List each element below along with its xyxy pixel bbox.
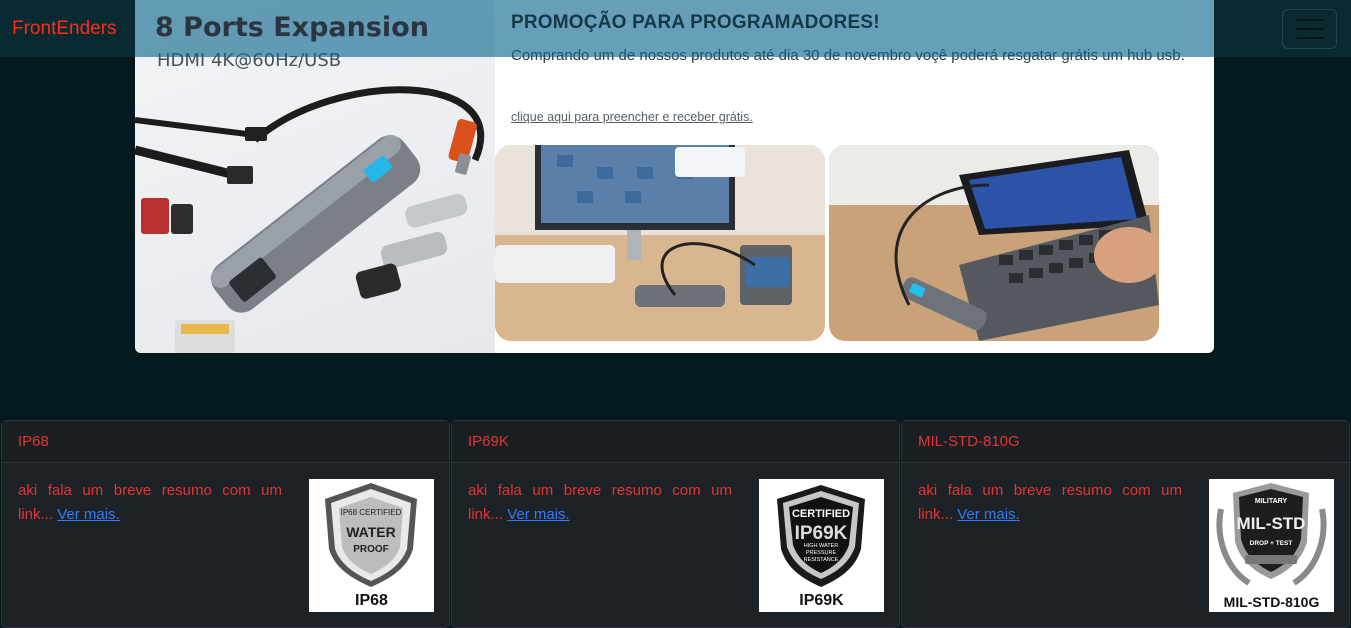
promo-description: Comprando um de nossos produtos até dia … [511,47,1185,64]
shield-icon: MILITARY MIL-STD DROP + TEST [1216,483,1327,586]
svg-text:CERTIFIED: CERTIFIED [792,508,850,520]
card-summary: aki fala um breve resumo com um link... … [918,482,1182,523]
see-more-link[interactable]: Ver mais. [957,506,1020,523]
usb-hub-product-image: 8 Ports Expansion HDMI 4K@60Hz/USB [135,0,495,353]
card-body: aki fala um breve resumo com um link... … [452,463,899,628]
see-more-link[interactable]: Ver mais. [57,506,120,523]
promo-title: PROMOÇÃO PARA PROGRAMADORES! [511,12,880,33]
promo-form-link[interactable]: clique aqui para preencher e receber grá… [511,110,753,124]
desk-monitor-photo [495,145,825,341]
ip69k-badge-image: CERTIFIED IP69K HIGH WATER PRESSURE RESI… [759,479,884,612]
card-summary: aki fala um breve resumo com um link... … [18,482,282,523]
svg-text:IP68 CERTIFIED: IP68 CERTIFIED [341,508,402,517]
image-title: 8 Ports Expansion [155,12,429,43]
card-body: aki fala um breve resumo com um link... … [902,463,1349,628]
see-more-link[interactable]: Ver mais. [507,506,570,523]
navbar-brand[interactable]: FrontEnders [12,18,117,40]
svg-text:WATER: WATER [346,524,396,540]
feature-cards: IP68 aki fala um breve resumo com um lin… [0,420,1351,628]
svg-text:IP69K: IP69K [795,523,848,544]
card-header: IP69K [452,421,899,463]
mil-std-badge-image: MILITARY MIL-STD DROP + TEST MIL-STD-810… [1209,479,1334,612]
navbar-toggle-button[interactable] [1282,9,1337,49]
card-summary: aki fala um breve resumo com um link... … [468,482,732,523]
shield-icon: IP68 CERTIFIED WATER PROOF [325,483,417,587]
image-subtitle: HDMI 4K@60Hz/USB [157,50,342,71]
svg-text:DROP + TEST: DROP + TEST [1250,540,1293,547]
usb-hub-illustration [135,86,485,353]
card-mil-std-810g: MIL-STD-810G aki fala um breve resumo co… [901,420,1350,628]
hamburger-menu-icon [1296,19,1323,21]
card-ip69k: IP69K aki fala um breve resumo com um li… [451,420,900,628]
svg-text:MIL-STD: MIL-STD [1237,514,1306,533]
laptop-keyboard-photo [829,145,1159,341]
badge-caption: MIL-STD-810G [1223,594,1320,610]
badge-caption: IP69K [799,592,844,609]
card-header: IP68 [2,421,449,463]
promo-card: 8 Ports Expansion HDMI 4K@60Hz/USB PROMO… [135,0,1214,353]
badge-caption: IP68 [355,592,388,609]
svg-text:PROOF: PROOF [353,544,389,555]
shield-icon: CERTIFIED IP69K HIGH WATER PRESSURE RESI… [777,485,865,587]
ip68-badge-image: IP68 CERTIFIED WATER PROOF IP68 [309,479,434,612]
svg-text:MILITARY: MILITARY [1255,498,1288,505]
card-header: MIL-STD-810G [902,421,1349,463]
card-ip68: IP68 aki fala um breve resumo com um lin… [1,420,450,628]
card-body: aki fala um breve resumo com um link... … [2,463,449,628]
